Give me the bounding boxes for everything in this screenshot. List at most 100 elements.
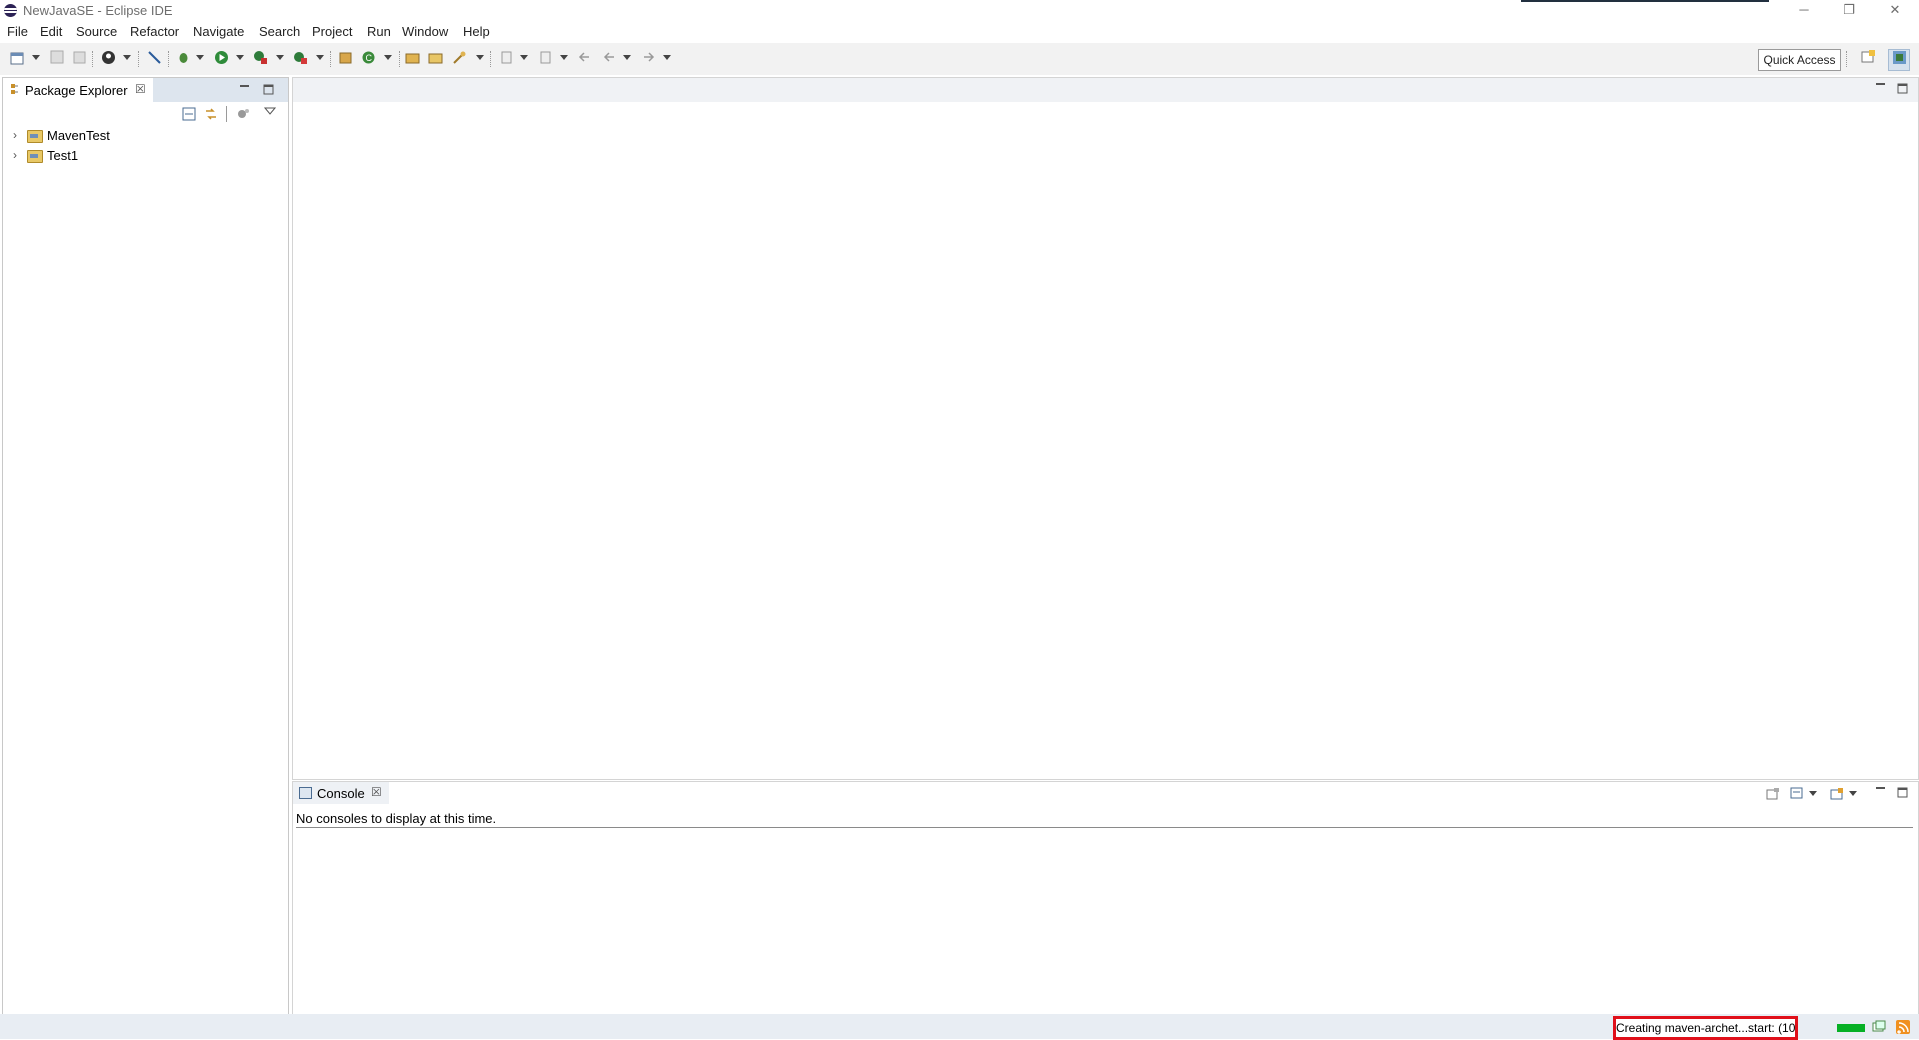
new-package-icon[interactable] <box>337 50 354 67</box>
prev-annotation-icon[interactable] <box>537 50 554 67</box>
open-type-icon[interactable] <box>404 50 421 67</box>
package-explorer-tabbar: Package Explorer ☒ <box>3 78 288 103</box>
forward-icon[interactable] <box>640 50 657 67</box>
next-annotation-dropdown-icon[interactable] <box>520 55 528 60</box>
prev-annotation-dropdown-icon[interactable] <box>560 55 568 60</box>
maximize-view-icon[interactable] <box>1897 83 1908 97</box>
skip-breakpoints-icon[interactable] <box>146 50 163 67</box>
editor-tabbar <box>293 78 1918 102</box>
display-console-dropdown-icon[interactable] <box>1809 791 1817 796</box>
open-task-icon[interactable] <box>427 50 444 67</box>
link-with-editor-icon[interactable] <box>204 107 218 124</box>
menu-refactor[interactable]: Refactor <box>130 24 179 39</box>
tab-package-explorer[interactable]: Package Explorer ☒ <box>3 78 153 103</box>
new-dropdown-icon[interactable] <box>32 55 40 60</box>
main-toolbar: C <box>0 43 1919 75</box>
focus-active-task-icon[interactable] <box>236 107 250 124</box>
close-tab-icon[interactable]: ☒ <box>135 82 146 96</box>
back-icon[interactable] <box>601 50 618 67</box>
back-dropdown-icon[interactable] <box>623 55 631 60</box>
package-explorer-icon <box>10 83 19 95</box>
forward-dropdown-icon[interactable] <box>663 55 671 60</box>
project-icon <box>27 130 43 143</box>
console-divider <box>296 827 1913 828</box>
minimize-view-icon[interactable] <box>1875 78 1886 92</box>
toolbar-separator <box>92 51 94 67</box>
save-all-icon[interactable] <box>70 50 87 67</box>
open-console-icon[interactable] <box>1830 787 1844 803</box>
project-name: MavenTest <box>47 128 110 143</box>
close-button[interactable]: ✕ <box>1875 0 1915 22</box>
console-title: Console <box>317 786 365 801</box>
svg-text:C: C <box>366 53 373 63</box>
open-perspective-icon[interactable] <box>1858 49 1878 69</box>
project-name: Test1 <box>47 148 79 163</box>
menu-project[interactable]: Project <box>312 24 352 39</box>
minimize-button[interactable]: ─ <box>1784 0 1824 22</box>
progress-fill <box>1837 1024 1865 1032</box>
profile-dropdown-icon[interactable] <box>123 55 131 60</box>
menu-run[interactable]: Run <box>367 24 391 39</box>
status-progress-message[interactable]: Creating maven-archet...start: (10%) <box>1613 1016 1798 1040</box>
new-class-icon[interactable]: C <box>360 50 377 67</box>
progress-view-icon[interactable] <box>1872 1020 1886 1037</box>
console-icon <box>299 787 312 799</box>
editor-area[interactable] <box>292 77 1919 780</box>
collapse-all-icon[interactable] <box>182 107 196 124</box>
open-console-dropdown-icon[interactable] <box>1849 791 1857 796</box>
debug-dropdown-icon[interactable] <box>196 55 204 60</box>
external-tools-dropdown-icon[interactable] <box>316 55 324 60</box>
display-console-icon[interactable] <box>1790 787 1804 803</box>
menu-help[interactable]: Help <box>463 24 490 39</box>
pin-console-icon[interactable] <box>1766 787 1780 803</box>
menu-bar: File Edit Source Refactor Navigate Searc… <box>0 22 1919 43</box>
eclipse-logo-icon <box>4 4 17 17</box>
expand-chevron-icon[interactable]: › <box>13 128 17 142</box>
minimize-view-icon[interactable] <box>1875 782 1886 796</box>
close-tab-icon[interactable]: ☒ <box>371 785 382 799</box>
notifications-icon[interactable] <box>1896 1020 1910 1037</box>
debug-icon[interactable] <box>175 50 192 67</box>
maximize-view-icon[interactable] <box>263 84 274 98</box>
next-annotation-icon[interactable] <box>498 50 515 67</box>
java-ee-perspective-icon[interactable] <box>1888 49 1910 71</box>
search-icon[interactable] <box>451 50 468 67</box>
minimize-view-icon[interactable] <box>239 80 250 94</box>
title-strip <box>1521 0 1769 2</box>
package-explorer-panel: Package Explorer ☒ › MavenTest › Test1 <box>2 77 289 1016</box>
console-panel: Console ☒ No consoles to display at this… <box>292 781 1919 1016</box>
title-bar: NewJavaSE - Eclipse IDE ─ ❐ ✕ <box>0 0 1919 22</box>
menu-edit[interactable]: Edit <box>40 24 62 39</box>
coverage-dropdown-icon[interactable] <box>276 55 284 60</box>
search-dropdown-icon[interactable] <box>476 55 484 60</box>
progress-bar[interactable] <box>1837 1024 1865 1032</box>
last-edit-icon[interactable] <box>576 50 593 67</box>
save-icon[interactable] <box>48 50 65 67</box>
quick-access-field[interactable]: Quick Access <box>1758 49 1841 71</box>
external-tools-icon[interactable] <box>292 50 309 67</box>
project-icon <box>27 150 43 163</box>
menu-source[interactable]: Source <box>76 24 117 39</box>
toolbar-separator <box>399 51 401 67</box>
tab-console[interactable]: Console ☒ <box>293 782 389 804</box>
toolbar-separator <box>168 51 170 67</box>
run-icon[interactable] <box>213 50 230 67</box>
menu-window[interactable]: Window <box>402 24 448 39</box>
toolbar-separator <box>330 51 332 67</box>
new-class-dropdown-icon[interactable] <box>384 55 392 60</box>
toolbar-separator <box>138 51 140 67</box>
expand-chevron-icon[interactable]: › <box>13 148 17 162</box>
menu-search[interactable]: Search <box>259 24 300 39</box>
coverage-icon[interactable] <box>252 50 269 67</box>
restore-button[interactable]: ❐ <box>1829 0 1869 22</box>
view-menu-icon[interactable] <box>263 106 277 119</box>
profile-icon[interactable] <box>100 50 117 67</box>
package-explorer-title: Package Explorer <box>25 83 128 98</box>
run-dropdown-icon[interactable] <box>236 55 244 60</box>
console-empty-message: No consoles to display at this time. <box>296 811 497 826</box>
maximize-view-icon[interactable] <box>1897 787 1908 801</box>
menu-file[interactable]: File <box>7 24 28 39</box>
menu-navigate[interactable]: Navigate <box>193 24 244 39</box>
view-toolbar-separator <box>226 106 227 122</box>
new-icon[interactable] <box>9 50 26 67</box>
